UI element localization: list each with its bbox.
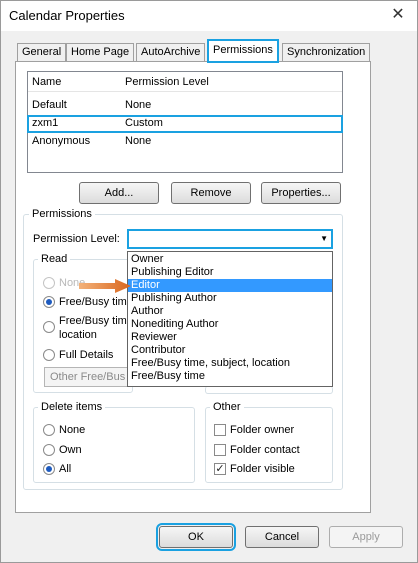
row-level: None bbox=[125, 99, 152, 111]
list-item[interactable]: Default None bbox=[28, 98, 342, 114]
add-button[interactable]: Add... bbox=[79, 182, 159, 204]
option-editor[interactable]: Editor bbox=[128, 279, 332, 292]
option-free-busy-subject-location[interactable]: Free/Busy time, subject, location bbox=[128, 357, 332, 370]
ok-button[interactable]: OK bbox=[156, 523, 236, 551]
header-permission-level[interactable]: Permission Level bbox=[125, 76, 209, 88]
properties-button[interactable]: Properties... bbox=[261, 182, 341, 204]
title-bar: Calendar Properties ✕ bbox=[1, 1, 417, 31]
folder-contact-checkbox[interactable] bbox=[214, 444, 226, 456]
read-none-radio[interactable] bbox=[43, 277, 55, 289]
permissions-group-label: Permissions bbox=[29, 208, 95, 220]
list-item-selected[interactable]: zxm1 Custom bbox=[27, 115, 343, 133]
tab-synchronization[interactable]: Synchronization bbox=[282, 43, 371, 61]
header-name[interactable]: Name bbox=[32, 76, 61, 88]
close-icon[interactable]: ✕ bbox=[389, 6, 407, 24]
permission-level-label: Permission Level: bbox=[33, 233, 120, 245]
option-author[interactable]: Author bbox=[128, 305, 332, 318]
checkmark-icon: ✓ bbox=[215, 463, 225, 475]
write-group-edge bbox=[205, 386, 333, 394]
row-name: Default bbox=[32, 99, 67, 111]
row-level: Custom bbox=[125, 117, 163, 129]
remove-button[interactable]: Remove bbox=[171, 182, 251, 204]
other-group-label: Other bbox=[210, 401, 244, 413]
folder-contact-label: Folder contact bbox=[230, 444, 300, 456]
window-title: Calendar Properties bbox=[9, 8, 125, 23]
delete-all-label: All bbox=[59, 463, 72, 475]
row-name: Anonymous bbox=[32, 135, 91, 147]
row-level: None bbox=[125, 135, 152, 147]
option-owner[interactable]: Owner bbox=[128, 253, 332, 266]
tab-home-page[interactable]: Home Page bbox=[66, 43, 135, 61]
tab-autoarchive[interactable]: AutoArchive bbox=[136, 43, 206, 61]
read-free-busy-subject-radio[interactable] bbox=[43, 321, 55, 333]
other-free-busy-button[interactable]: Other Free/Bus bbox=[44, 367, 128, 387]
permission-level-combo[interactable]: ▼ bbox=[127, 229, 333, 249]
chevron-down-icon[interactable]: ▼ bbox=[320, 234, 328, 244]
cancel-button[interactable]: Cancel bbox=[245, 526, 319, 548]
folder-owner-checkbox[interactable] bbox=[214, 424, 226, 436]
read-full-details-radio[interactable] bbox=[43, 349, 55, 361]
delete-items-group-label: Delete items bbox=[38, 401, 106, 413]
delete-items-group bbox=[33, 407, 195, 483]
folder-visible-label: Folder visible bbox=[230, 463, 295, 475]
delete-own-radio[interactable] bbox=[43, 444, 55, 456]
option-free-busy-time[interactable]: Free/Busy time bbox=[128, 370, 332, 383]
delete-none-radio[interactable] bbox=[43, 424, 55, 436]
folder-owner-label: Folder owner bbox=[230, 424, 295, 436]
read-group-label: Read bbox=[38, 253, 71, 265]
read-free-busy-radio[interactable] bbox=[43, 296, 55, 308]
option-reviewer[interactable]: Reviewer bbox=[128, 331, 332, 344]
row-name: zxm1 bbox=[32, 117, 59, 129]
permission-level-dropdown[interactable]: Owner Publishing Editor Editor Publishin… bbox=[127, 251, 333, 387]
option-publishing-editor[interactable]: Publishing Editor bbox=[128, 266, 332, 279]
option-contributor[interactable]: Contributor bbox=[128, 344, 332, 357]
delete-all-radio[interactable] bbox=[43, 463, 55, 475]
folder-visible-checkbox[interactable]: ✓ bbox=[214, 463, 226, 475]
tab-general[interactable]: General bbox=[17, 43, 67, 61]
calendar-properties-dialog: Calendar Properties ✕ General Home Page … bbox=[0, 0, 418, 563]
read-free-busy-subject-label: Free/Busy tim bbox=[59, 315, 127, 327]
permission-list[interactable]: Name Permission Level Default None zxm1 … bbox=[27, 71, 343, 173]
list-header: Name Permission Level bbox=[28, 72, 342, 92]
read-free-busy-location-label: location bbox=[59, 329, 97, 341]
arrow-right-icon bbox=[79, 279, 131, 293]
option-nonediting-author[interactable]: Nonediting Author bbox=[128, 318, 332, 331]
read-free-busy-label: Free/Busy tim bbox=[59, 296, 127, 308]
option-publishing-author[interactable]: Publishing Author bbox=[128, 292, 332, 305]
list-item[interactable]: Anonymous None bbox=[28, 134, 342, 150]
read-full-details-label: Full Details bbox=[59, 349, 114, 361]
delete-none-label: None bbox=[59, 424, 86, 436]
apply-button[interactable]: Apply bbox=[329, 526, 403, 548]
tab-permissions[interactable]: Permissions bbox=[207, 39, 279, 63]
delete-own-label: Own bbox=[59, 444, 82, 456]
